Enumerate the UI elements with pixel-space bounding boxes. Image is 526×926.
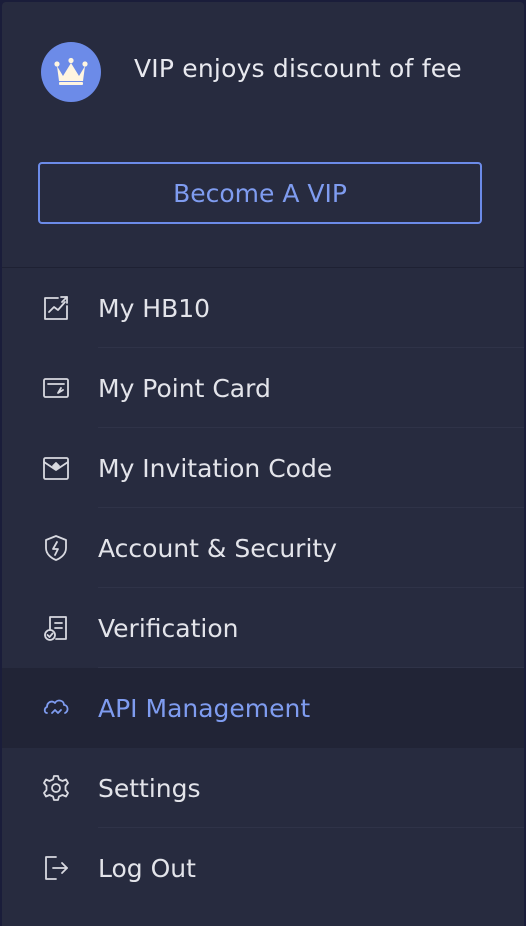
become-vip-button[interactable]: Become A VIP xyxy=(38,162,482,224)
invitation-icon xyxy=(40,452,72,484)
logout-icon xyxy=(40,852,72,884)
gear-icon xyxy=(40,772,72,804)
menu-label: My Point Card xyxy=(98,373,271,403)
menu-item-verification[interactable]: Verification xyxy=(2,588,524,668)
account-menu: My HB10 My Point Card My Invitation Code… xyxy=(2,268,524,908)
menu-label: API Management xyxy=(98,693,311,723)
menu-label: My HB10 xyxy=(98,293,211,323)
vip-description: VIP enjoys discount of fee xyxy=(134,54,462,83)
menu-item-my-point-card[interactable]: My Point Card xyxy=(2,348,524,428)
menu-label: Log Out xyxy=(98,853,196,883)
menu-label: Account & Security xyxy=(98,533,337,563)
menu-item-log-out[interactable]: Log Out xyxy=(2,828,524,908)
api-icon xyxy=(40,692,72,724)
verification-icon xyxy=(40,612,72,644)
menu-item-my-hb10[interactable]: My HB10 xyxy=(2,268,524,348)
menu-label: Verification xyxy=(98,613,239,643)
menu-item-my-invitation-code[interactable]: My Invitation Code xyxy=(2,428,524,508)
chart-icon xyxy=(40,292,72,324)
menu-item-api-management[interactable]: API Management xyxy=(2,668,524,748)
vip-section: VIP enjoys discount of fee Become A VIP xyxy=(2,2,524,268)
menu-label: My Invitation Code xyxy=(98,453,333,483)
crown-icon xyxy=(41,42,101,102)
shield-icon xyxy=(40,532,72,564)
menu-item-settings[interactable]: Settings xyxy=(2,748,524,828)
user-dropdown-panel: VIP enjoys discount of fee Become A VIP … xyxy=(2,2,524,926)
menu-label: Settings xyxy=(98,773,201,803)
menu-item-account-security[interactable]: Account & Security xyxy=(2,508,524,588)
point-card-icon xyxy=(40,372,72,404)
